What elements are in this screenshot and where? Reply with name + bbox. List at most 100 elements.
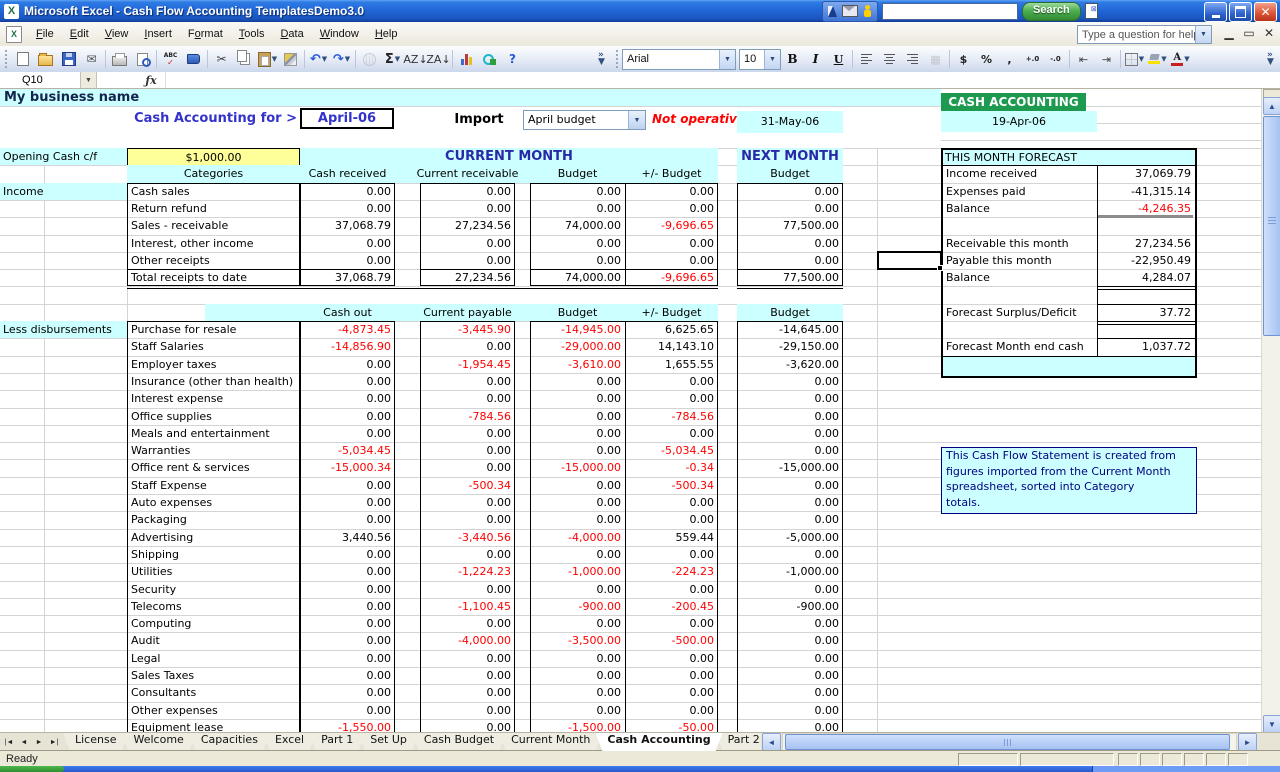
percent-button[interactable]: % <box>975 49 998 70</box>
toolbar-options-icon[interactable]: »▼ <box>594 48 609 70</box>
toolbar-grip[interactable] <box>3 50 8 68</box>
aim-icon[interactable] <box>828 6 837 17</box>
last-sheet-icon[interactable]: ►| <box>47 735 61 749</box>
spelling-button[interactable]: ABC <box>159 49 182 70</box>
copy-button[interactable] <box>233 49 256 70</box>
workbook-close-button[interactable]: ✕ <box>1262 26 1276 40</box>
search-input[interactable] <box>882 3 1018 20</box>
workbook-minimize-button[interactable]: ▁ <box>1222 26 1236 40</box>
font-size-combo[interactable]: 10▼ <box>739 49 781 70</box>
align-left-button[interactable] <box>855 49 878 70</box>
tab-capacities[interactable]: Capacities <box>189 733 270 751</box>
menu-help[interactable]: Help <box>367 25 406 43</box>
vertical-scrollbar[interactable]: ▲ ▼ <box>1261 89 1280 732</box>
toolbar-grip[interactable] <box>614 50 619 68</box>
previous-sheet-icon[interactable]: ◄ <box>17 735 31 749</box>
fill-handle[interactable] <box>937 265 943 271</box>
hyperlink-button[interactable] <box>358 49 381 70</box>
format-painter-button[interactable] <box>279 49 302 70</box>
mail-icon[interactable] <box>842 5 858 17</box>
horizontal-scroll-track[interactable] <box>782 733 1237 751</box>
print-preview-button[interactable] <box>131 49 154 70</box>
tab-current-month[interactable]: Current Month <box>499 733 602 751</box>
messenger-icon[interactable] <box>863 5 872 17</box>
font-combo[interactable]: Arial▼ <box>622 49 736 70</box>
first-sheet-icon[interactable]: |◄ <box>2 735 16 749</box>
tab-set-up[interactable]: Set Up <box>358 733 419 751</box>
borders-button[interactable]: ▼ <box>1123 49 1146 70</box>
menu-format[interactable]: Format <box>180 25 231 43</box>
increase-decimal-button[interactable]: +.0 <box>1021 49 1044 70</box>
sort-descending-button[interactable]: ZA↓ <box>427 49 450 70</box>
align-right-button[interactable] <box>901 49 924 70</box>
menu-edit[interactable]: Edit <box>62 25 97 43</box>
import-dropdown[interactable]: April budget▼ <box>523 110 646 130</box>
menu-view[interactable]: View <box>97 25 137 43</box>
scroll-left-icon[interactable]: ◄ <box>762 733 781 751</box>
tab-cash-budget[interactable]: Cash Budget <box>412 733 506 751</box>
scroll-down-icon[interactable]: ▼ <box>1263 715 1280 733</box>
italic-button[interactable]: I <box>804 49 827 70</box>
drawing-button[interactable] <box>478 49 501 70</box>
selected-cell[interactable] <box>877 251 942 270</box>
open-button[interactable] <box>34 49 57 70</box>
insert-function-icon[interactable]: ƒx <box>137 72 166 88</box>
search-button[interactable]: Search <box>1022 2 1081 21</box>
opening-cash-value[interactable]: $1,000.00 <box>127 149 300 166</box>
tab-license[interactable]: License <box>63 733 128 751</box>
new-document-button[interactable] <box>11 49 34 70</box>
menu-window[interactable]: Window <box>312 25 367 43</box>
chevron-down-icon[interactable]: ▼ <box>764 50 780 69</box>
vertical-scroll-thumb[interactable] <box>1263 116 1280 336</box>
fill-color-button[interactable]: ▼ <box>1146 49 1169 70</box>
currency-button[interactable]: $ <box>952 49 975 70</box>
period-value[interactable]: April-06 <box>300 109 394 128</box>
chevron-down-icon[interactable]: ▼ <box>1195 26 1211 43</box>
scroll-right-icon[interactable]: ► <box>1238 733 1257 751</box>
comma-button[interactable]: , <box>998 49 1021 70</box>
menu-data[interactable]: Data <box>272 25 311 43</box>
sort-ascending-button[interactable]: AZ↓ <box>404 49 427 70</box>
redo-button[interactable]: ↷▼ <box>330 49 353 70</box>
font-color-button[interactable]: A▼ <box>1169 49 1192 70</box>
chevron-down-icon[interactable]: ▼ <box>719 50 735 69</box>
research-button[interactable] <box>182 49 205 70</box>
autosum-button[interactable]: Σ▼ <box>381 49 404 70</box>
worksheet-grid[interactable]: My business nameCash Accounting for >Apr… <box>0 89 1262 732</box>
undo-button[interactable]: ↶▼ <box>307 49 330 70</box>
scroll-up-icon[interactable]: ▲ <box>1263 97 1280 115</box>
help-button[interactable]: ? <box>501 49 524 70</box>
help-question-box[interactable]: Type a question for help ▼ <box>1077 25 1212 44</box>
formula-input[interactable] <box>166 72 1280 88</box>
horizontal-scrollbar[interactable]: ◄ ► <box>761 733 1258 751</box>
tab-part-2[interactable]: Part 2 <box>716 733 761 751</box>
cut-button[interactable]: ✂ <box>210 49 233 70</box>
tab-part-1[interactable]: Part 1 <box>309 733 365 751</box>
horizontal-scroll-thumb[interactable] <box>785 734 1230 750</box>
next-sheet-icon[interactable]: ► <box>32 735 46 749</box>
bold-button[interactable]: B <box>781 49 804 70</box>
tab-cash-accounting[interactable]: Cash Accounting <box>595 733 722 751</box>
mail-button[interactable]: ✉ <box>80 49 103 70</box>
decrease-decimal-button[interactable]: -.0 <box>1044 49 1067 70</box>
toolbar-options-icon[interactable]: »▼ <box>1263 48 1278 70</box>
align-center-button[interactable] <box>878 49 901 70</box>
tab-welcome[interactable]: Welcome <box>121 733 195 751</box>
paste-button[interactable]: ▼ <box>256 49 279 70</box>
restore-button[interactable] <box>1229 2 1252 22</box>
menu-tools[interactable]: Tools <box>231 25 273 43</box>
tab-excel[interactable]: Excel <box>263 733 316 751</box>
menu-file[interactable]: File <box>28 25 62 43</box>
merge-center-button[interactable]: ▦ <box>924 49 947 70</box>
name-box[interactable]: Q10 ▼ <box>0 72 97 88</box>
chart-wizard-button[interactable] <box>455 49 478 70</box>
chevron-down-icon[interactable]: ▼ <box>80 72 96 88</box>
minimize-button[interactable] <box>1204 2 1227 22</box>
decrease-indent-button[interactable]: ⇤ <box>1072 49 1095 70</box>
close-button[interactable]: ✕ <box>1254 2 1277 22</box>
chevron-down-icon[interactable]: ▼ <box>628 111 645 129</box>
sidepane-icon[interactable] <box>1085 3 1098 19</box>
workbook-restore-button[interactable]: ▭ <box>1242 26 1256 40</box>
increase-indent-button[interactable]: ⇥ <box>1095 49 1118 70</box>
start-button[interactable] <box>0 766 64 772</box>
